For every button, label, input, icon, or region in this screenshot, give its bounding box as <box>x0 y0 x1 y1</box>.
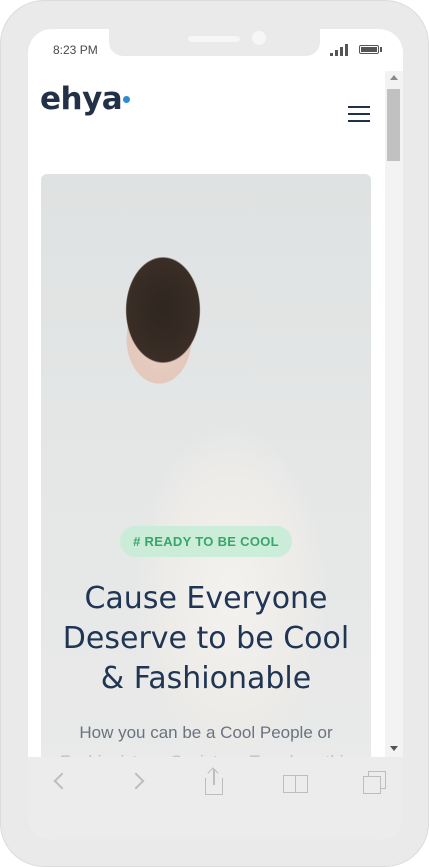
headline-line: Deserve to be Cool <box>62 621 350 656</box>
camera <box>252 31 266 45</box>
hero-tag: # READY TO BE COOL <box>120 526 292 557</box>
phone-screen: 8:23 PM ehya # READY TO BE COOL Cause Ev… <box>28 29 403 839</box>
scrollbar[interactable] <box>385 71 403 757</box>
speaker <box>188 36 240 42</box>
notch <box>109 29 320 56</box>
bookmarks-button[interactable] <box>274 765 314 801</box>
hero-headline: Cause Everyone Deserve to be Cool & Fash… <box>41 579 371 699</box>
logo-dot <box>123 96 130 103</box>
chevron-left-icon <box>53 772 71 790</box>
back-button[interactable] <box>42 765 82 801</box>
share-icon-arrow <box>207 767 219 779</box>
hero-card: # READY TO BE COOL Cause Everyone Deserv… <box>41 174 371 774</box>
hamburger-menu-button[interactable] <box>346 103 372 125</box>
hamburger-icon-line <box>348 120 370 122</box>
hamburger-icon-line <box>348 106 370 108</box>
scrollbar-thumb[interactable] <box>387 89 400 161</box>
chevron-right-icon <box>127 772 145 790</box>
headline-line: & Fashionable <box>100 661 312 696</box>
status-time: 8:23 PM <box>53 43 98 57</box>
share-button[interactable] <box>196 765 236 801</box>
site-logo[interactable]: ehya <box>40 81 123 117</box>
book-icon <box>283 775 295 793</box>
signal-icon <box>330 44 348 56</box>
subtitle-line: How you can be a Cool People or <box>79 723 333 742</box>
tabs-button[interactable] <box>354 765 394 801</box>
headline-line: Cause Everyone <box>84 581 328 616</box>
forward-button[interactable] <box>120 765 160 801</box>
phone-frame: 8:23 PM ehya # READY TO BE COOL Cause Ev… <box>0 0 429 867</box>
scroll-down-arrow-icon[interactable] <box>390 746 398 751</box>
hamburger-icon-line <box>348 113 370 115</box>
book-icon-right <box>295 775 308 793</box>
tabs-icon-front <box>363 776 381 794</box>
battery-icon <box>359 45 379 54</box>
scroll-up-arrow-icon[interactable] <box>390 75 398 80</box>
battery-tip <box>380 47 382 52</box>
browser-toolbar <box>28 757 403 839</box>
